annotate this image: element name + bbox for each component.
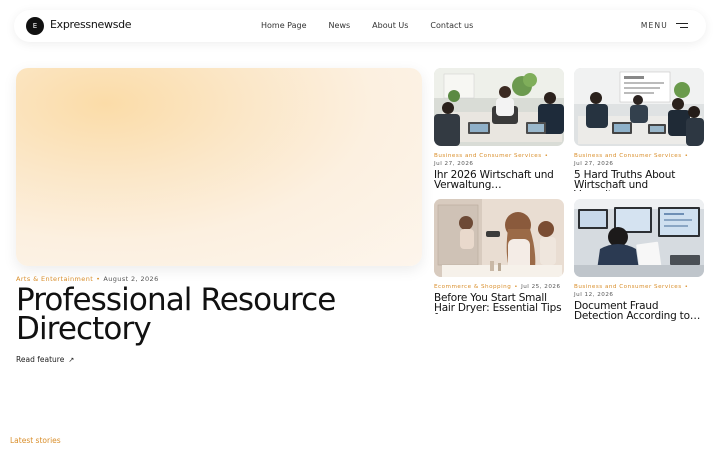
- read-feature-link[interactable]: Read feature ↗: [16, 355, 74, 364]
- story-meta: Ecommerce & Shopping • Jul 25, 2026: [434, 283, 564, 291]
- nav-link-news[interactable]: News: [329, 21, 351, 30]
- logo-mark[interactable]: E: [26, 17, 44, 35]
- top-navbar: E Expressnewsde Home Page News About Us …: [14, 10, 706, 42]
- story-card[interactable]: Ecommerce & Shopping • Jul 25, 2026 Before…: [434, 199, 564, 314]
- meta-separator: •: [514, 284, 519, 290]
- meta-separator: •: [544, 153, 549, 159]
- arrow-up-right-icon: ↗: [68, 356, 75, 364]
- hero-meta: Arts & Entertainment • August 2, 2026: [16, 275, 159, 283]
- nav-link-about[interactable]: About Us: [372, 21, 408, 30]
- hamburger-icon: [676, 22, 688, 29]
- story-card[interactable]: Business and Consumer Services • Jul 12, …: [574, 199, 704, 322]
- story-thumbnail[interactable]: [574, 68, 704, 146]
- story-title[interactable]: 5 Hard Truths About Wirtschaft und Verwa…: [574, 170, 704, 191]
- story-thumbnail[interactable]: [574, 199, 704, 277]
- story-card[interactable]: Business and Consumer Services • Jul 27, …: [574, 68, 704, 191]
- story-meta: Business and Consumer Services • Jul 27, …: [434, 152, 564, 168]
- main-nav-links: Home Page News About Us Contact us: [261, 21, 495, 30]
- story-date: Jul 27, 2026: [574, 161, 614, 167]
- story-title[interactable]: Document Fraud Detection According to…: [574, 301, 704, 322]
- story-category[interactable]: Business and Consumer Services: [434, 153, 542, 159]
- meta-separator: •: [96, 275, 101, 283]
- story-date: Jul 25, 2026: [521, 284, 561, 290]
- story-date: Jul 12, 2026: [574, 292, 614, 298]
- hero-image[interactable]: [16, 68, 422, 266]
- menu-button[interactable]: MENU: [641, 21, 688, 30]
- story-thumbnail[interactable]: [434, 199, 564, 277]
- story-meta: Business and Consumer Services • Jul 12, …: [574, 283, 704, 299]
- nav-link-home[interactable]: Home Page: [261, 21, 307, 30]
- story-category[interactable]: Business and Consumer Services: [574, 284, 682, 290]
- story-card[interactable]: Business and Consumer Services • Jul 27, …: [434, 68, 564, 191]
- story-date: Jul 27, 2026: [434, 161, 474, 167]
- story-title[interactable]: Ihr 2026 Wirtschaft und Verwaltung…: [434, 170, 564, 191]
- story-title[interactable]: Before You Start Small Hair Dryer: Essen…: [434, 293, 564, 314]
- latest-stories-heading: Latest stories: [10, 436, 61, 445]
- brand-name[interactable]: Expressnewsde: [50, 18, 132, 31]
- hero-category[interactable]: Arts & Entertainment: [16, 275, 93, 283]
- hero-title[interactable]: Professional Resource Directory: [16, 286, 416, 346]
- story-category[interactable]: Ecommerce & Shopping: [434, 284, 511, 290]
- meta-separator: •: [684, 284, 689, 290]
- story-thumbnail[interactable]: [434, 68, 564, 146]
- nav-link-contact[interactable]: Contact us: [430, 21, 473, 30]
- story-category[interactable]: Business and Consumer Services: [574, 153, 682, 159]
- menu-label: MENU: [640, 21, 668, 30]
- story-meta: Business and Consumer Services • Jul 27, …: [574, 152, 704, 168]
- read-feature-label: Read feature: [16, 355, 65, 364]
- hero-date: August 2, 2026: [103, 275, 159, 283]
- meta-separator: •: [684, 153, 689, 159]
